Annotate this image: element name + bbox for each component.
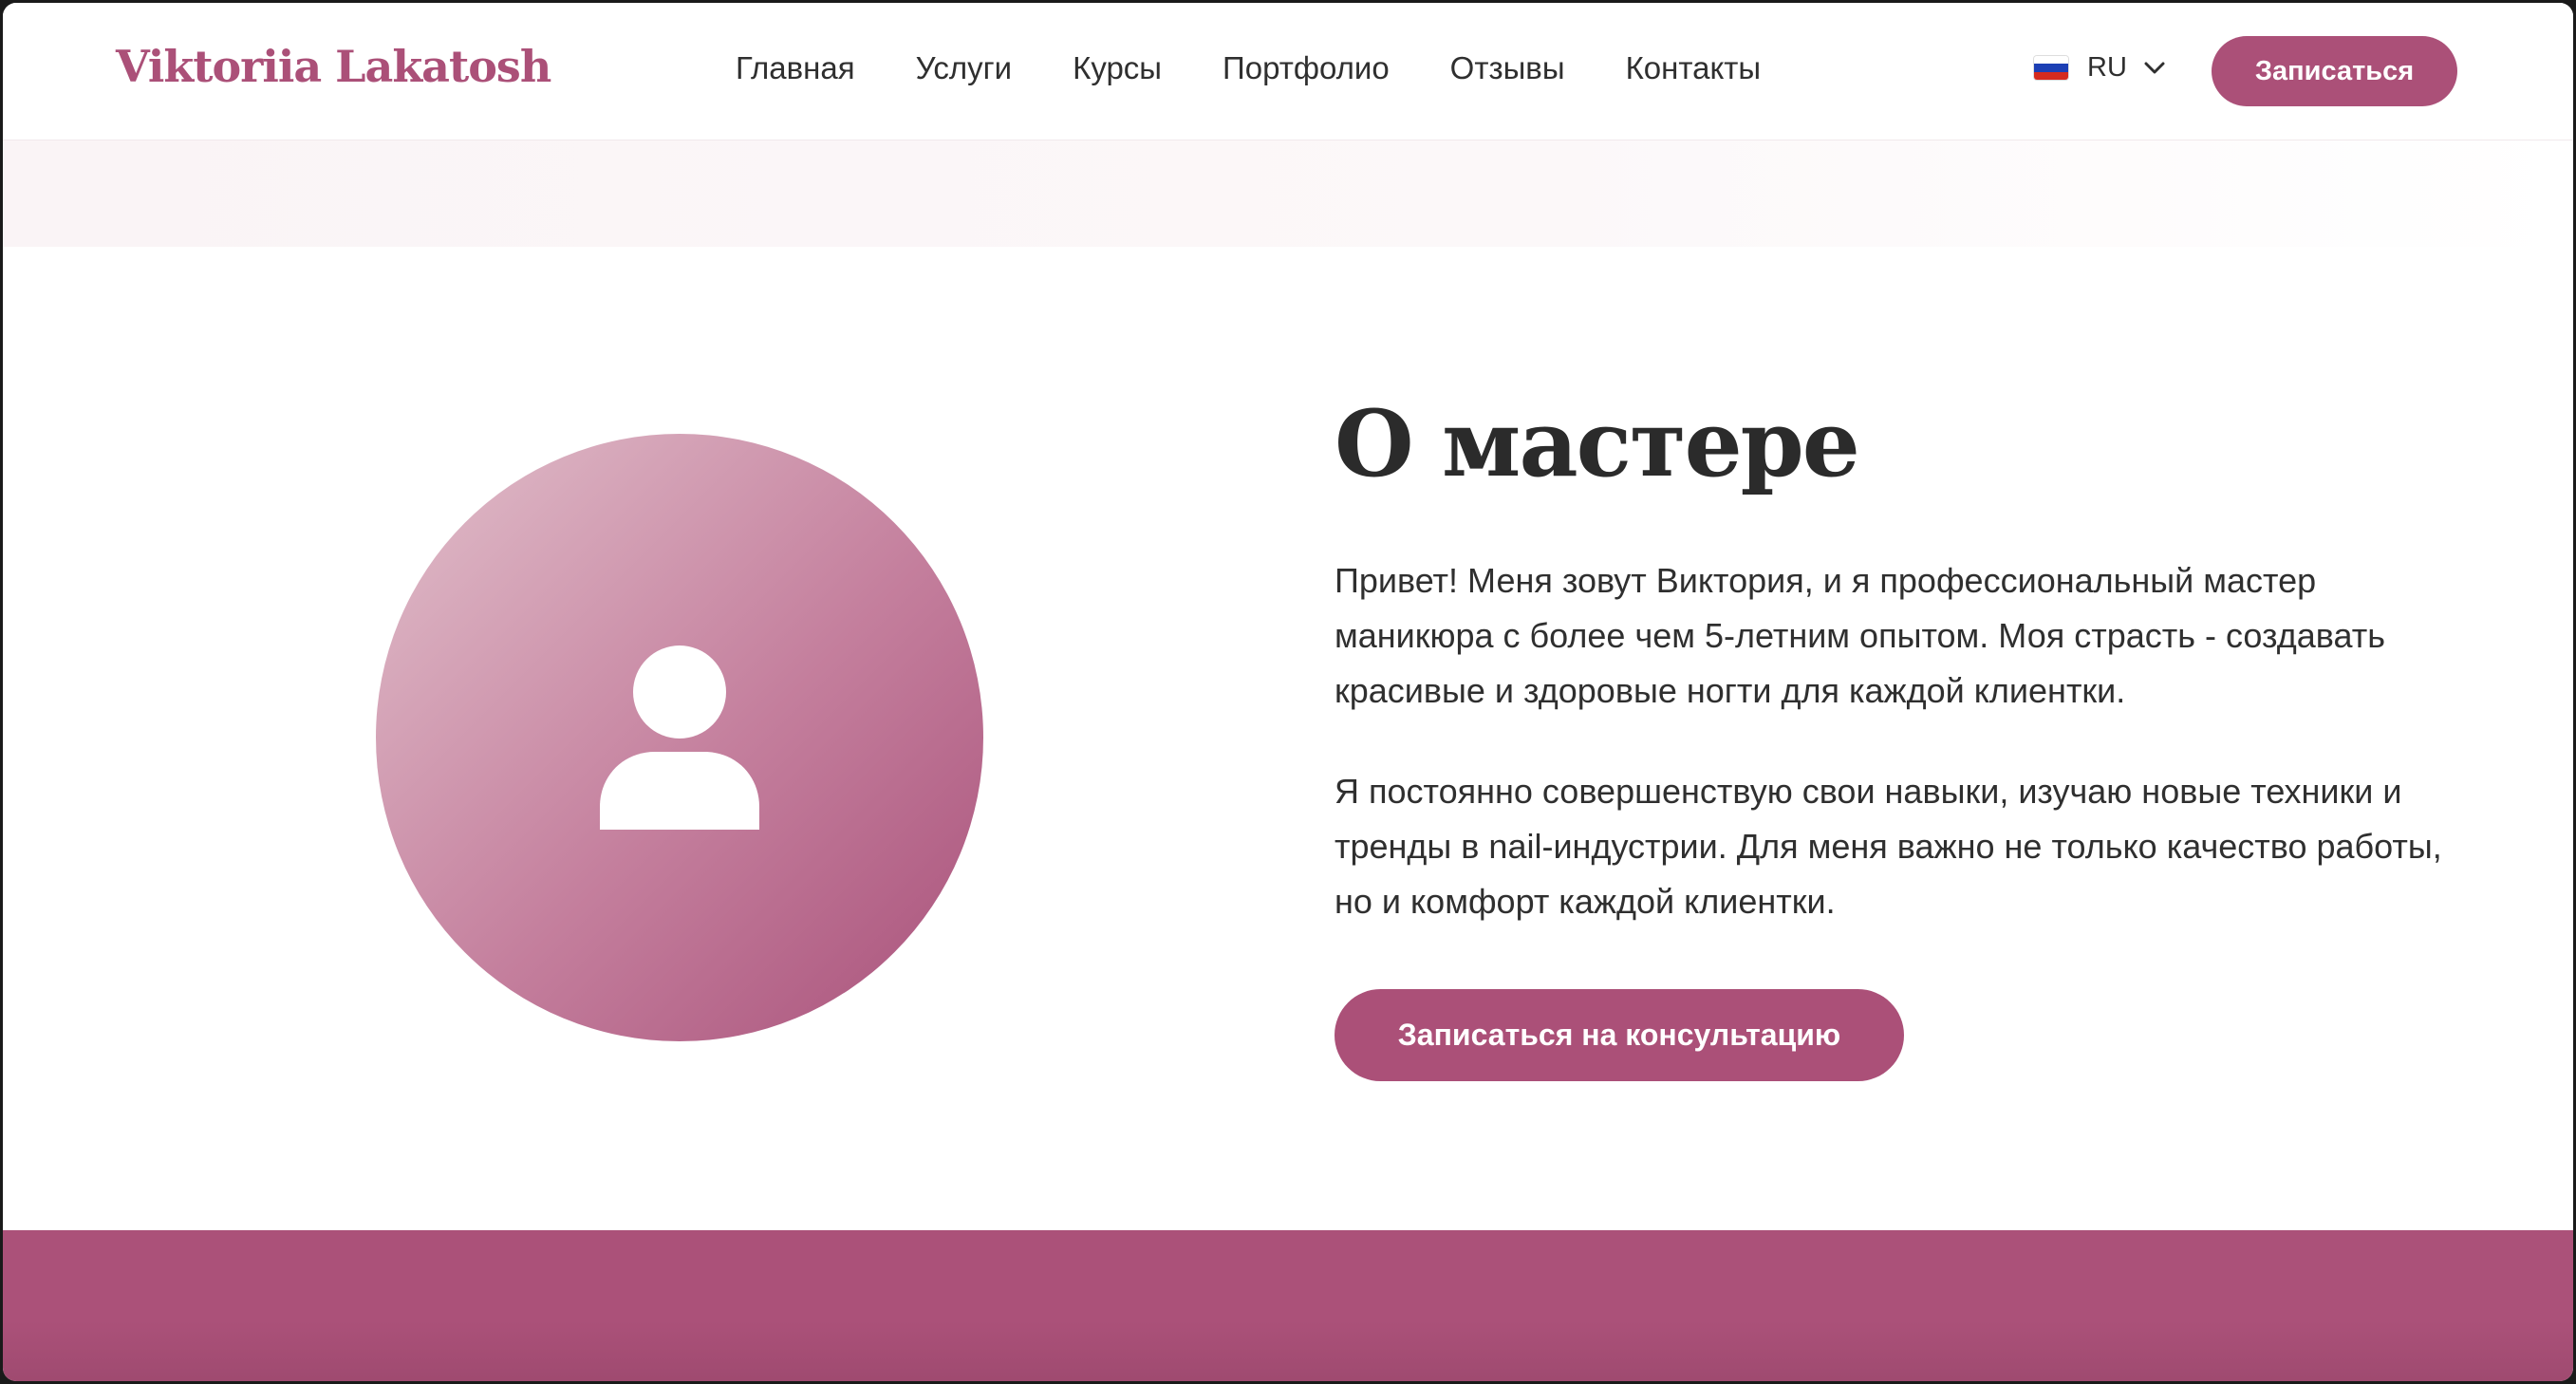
- nav-item-courses[interactable]: Курсы: [1073, 50, 1162, 86]
- nav-item-contacts[interactable]: Контакты: [1626, 50, 1762, 86]
- nav-item-home[interactable]: Главная: [736, 50, 855, 86]
- nav-item-services[interactable]: Услуги: [916, 50, 1012, 86]
- language-selector[interactable]: RU: [2034, 52, 2165, 84]
- browser-viewport: Viktoriia Lakatosh Главная Услуги Курсы …: [3, 3, 2573, 1381]
- about-paragraph-2: Я постоянно совершенствую свои навыки, и…: [1335, 772, 2442, 921]
- about-paragraph-1: Привет! Меня зовут Виктория, и я професс…: [1335, 561, 2385, 710]
- user-icon: [600, 645, 759, 830]
- site-header: Viktoriia Lakatosh Главная Услуги Курсы …: [3, 3, 2573, 140]
- site-logo[interactable]: Viktoriia Lakatosh: [116, 41, 551, 92]
- russia-flag-icon: [2034, 56, 2068, 80]
- consultation-button[interactable]: Записаться на консультацию: [1335, 989, 1904, 1081]
- master-avatar: [376, 434, 983, 1041]
- language-code: RU: [2087, 52, 2127, 83]
- main-nav: Главная Услуги Курсы Портфолио Отзывы Ко…: [736, 50, 1761, 86]
- next-section-band: [3, 1230, 2573, 1381]
- hero-bottom-band: [3, 140, 2573, 247]
- nav-item-portfolio[interactable]: Портфолио: [1223, 50, 1390, 86]
- section-title: О мастере: [1335, 390, 1860, 497]
- nav-item-reviews[interactable]: Отзывы: [1450, 50, 1565, 86]
- chevron-down-icon: [2144, 62, 2165, 73]
- header-signup-button[interactable]: Записаться: [2212, 36, 2457, 106]
